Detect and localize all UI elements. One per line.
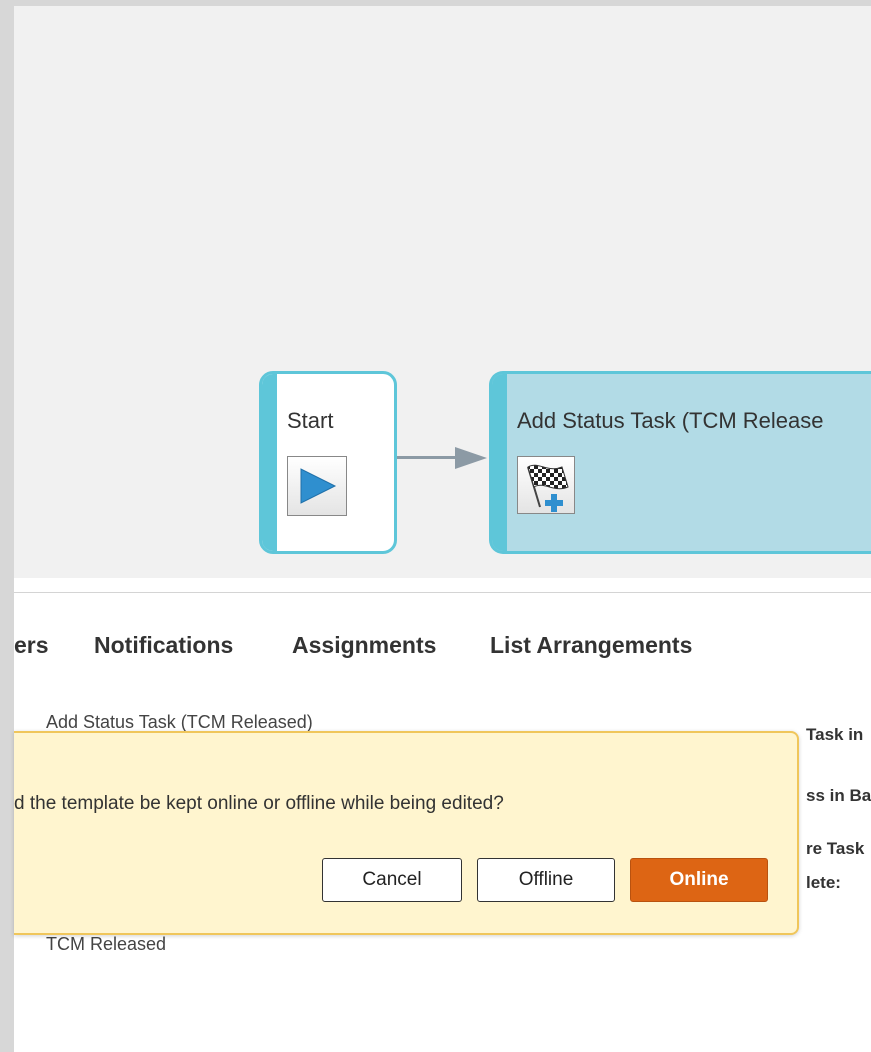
show-task-in-label: Task in [806,725,864,744]
process-in-background-label: ss in Ba [806,786,871,805]
start-node[interactable]: Start [259,371,397,554]
tab-filters[interactable]: ers [14,632,49,659]
start-node-title: Start [287,408,334,433]
offline-button[interactable]: Offline [477,858,615,902]
start-node-accent-bar [262,374,277,551]
tab-assignments[interactable]: Assignments [292,632,436,659]
cancel-button[interactable]: Cancel [322,858,462,902]
properties-tab-bar: ers Notifications Assignments List Arran… [14,632,871,666]
dialog-message: d the template be kept online or offline… [14,793,504,814]
task-name-value: Add Status Task (TCM Released) [46,712,313,732]
complete-label: lete: [806,873,841,892]
add-status-task-node[interactable]: Add Status Task (TCM Release [489,371,871,554]
checkered-flag-add-icon[interactable] [517,456,575,514]
canvas-divider [14,592,871,593]
online-button[interactable]: Online [630,858,768,902]
tab-list-arrangements[interactable]: List Arrangements [490,632,692,659]
connector-arrow-icon [455,447,487,469]
task-node-accent-bar [492,374,507,551]
task-node-title: Add Status Task (TCM Release [517,408,824,433]
window-left-border [0,0,14,1052]
play-icon[interactable] [287,456,347,516]
tab-notifications[interactable]: Notifications [94,632,233,659]
status-value: TCM Released [46,934,167,954]
require-task-label: re Task [806,839,865,858]
edit-mode-dialog: d the template be kept online or offline… [14,731,799,935]
connector-line [397,456,457,459]
workflow-canvas[interactable]: Start Add Status Task (TCM Release [14,6,871,578]
